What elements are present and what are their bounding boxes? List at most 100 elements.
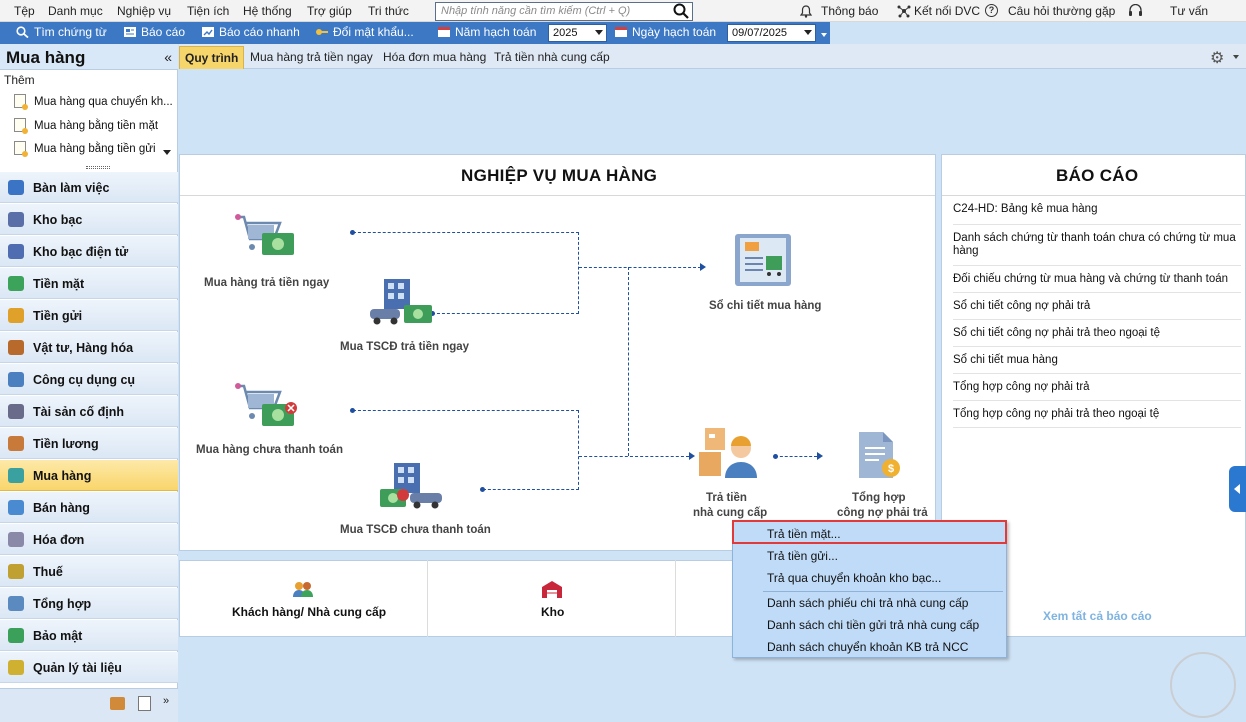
menu-utilities[interactable]: Tiện ích: [187, 4, 229, 18]
sidebar-item-15[interactable]: Quản lý tài liệu: [0, 652, 178, 683]
sidebar-item-13[interactable]: Tổng hợp: [0, 588, 178, 619]
connect-dvc-link[interactable]: Kết nối DVC: [914, 4, 980, 18]
tab-purchase-invoice[interactable]: Hóa đơn mua hàng: [383, 50, 486, 64]
edit-note-icon[interactable]: [138, 696, 151, 711]
scroll-down-icon[interactable]: [163, 150, 171, 155]
node-buy-unpaid[interactable]: Mua hàng chưa thanh toán: [196, 444, 343, 456]
node-asset-unpaid[interactable]: Mua TSCĐ chưa thanh toán: [340, 524, 491, 536]
node-pay-supplier-line2[interactable]: nhà cung cấp: [693, 507, 767, 519]
report-button[interactable]: Báo cáo: [123, 25, 185, 39]
report-item[interactable]: Tổng hợp công nợ phải trả theo ngoại tệ: [953, 408, 1238, 421]
report-item[interactable]: Tổng hợp công nợ phải trả: [953, 381, 1238, 394]
menu-item-pay-deposit[interactable]: Trả tiền gửi...: [767, 549, 838, 563]
help-circle-icon[interactable]: ?: [985, 4, 998, 17]
connector-dot: [350, 408, 355, 413]
notifications-link[interactable]: Thông báo: [821, 4, 878, 18]
side-panel-toggle[interactable]: [1229, 466, 1246, 512]
report-icon: [124, 27, 136, 37]
advisor-link[interactable]: Tư vấn: [1170, 4, 1208, 18]
report-divider: [953, 400, 1241, 401]
see-all-reports-link[interactable]: Xem tất cả báo cáo: [1043, 609, 1152, 623]
fixed-asset-unpaid-icon[interactable]: [378, 461, 444, 511]
sidebar-item-label: Quản lý tài liệu: [33, 661, 122, 675]
node-pay-supplier-line1[interactable]: Trả tiền: [706, 492, 747, 504]
tab-process[interactable]: Quy trình: [179, 46, 245, 69]
chevron-down-icon[interactable]: [1233, 55, 1239, 59]
toolbar-overflow-icon[interactable]: [821, 33, 827, 37]
network-icon[interactable]: [897, 5, 911, 21]
sidebar-item-5[interactable]: Vật tư, Hàng hóa: [0, 332, 178, 363]
report-item[interactable]: Sổ chi tiết công nợ phải trả: [953, 300, 1238, 313]
report-item[interactable]: Đối chiếu chứng từ mua hàng và chứng từ …: [953, 273, 1238, 286]
sidebar-item-7[interactable]: Tài sản cố định: [0, 396, 178, 427]
node-asset-pay-now[interactable]: Mua TSCĐ trả tiền ngay: [340, 341, 469, 353]
sidebar-item-1[interactable]: Kho bạc: [0, 204, 178, 235]
find-voucher-button[interactable]: Tìm chứng từ: [16, 25, 107, 39]
sidebar-item-12[interactable]: Thuế: [0, 556, 178, 587]
sidebar-item-2[interactable]: Kho bạc điện tử: [0, 236, 178, 267]
sidebar-item-label: Mua hàng: [33, 469, 92, 483]
shopping-cart-cash-icon[interactable]: [232, 213, 296, 263]
tab-buy-pay-now[interactable]: Mua hàng trả tiền ngay: [250, 50, 373, 64]
menu-item-list-deposit-payments[interactable]: Danh sách chi tiền gửi trả nhà cung cấp: [767, 618, 979, 632]
quick-link-cash[interactable]: Mua hàng bằng tiền mặt: [14, 118, 158, 138]
briefcase-icon[interactable]: [110, 697, 125, 710]
search-icon[interactable]: [673, 3, 689, 19]
menu-help[interactable]: Trợ giúp: [307, 4, 352, 18]
gear-icon[interactable]: ⚙: [1210, 48, 1224, 68]
report-item[interactable]: C24-HD: Bảng kê mua hàng: [953, 203, 1238, 216]
sidebar-item-8[interactable]: Tiền lương: [0, 428, 178, 459]
collapse-icon[interactable]: «: [164, 49, 172, 65]
node-payables-line2[interactable]: công nợ phải trả: [837, 507, 928, 519]
quick-link-bank-transfer[interactable]: Mua hàng qua chuyển kh...: [14, 94, 173, 114]
posting-date-picker[interactable]: 09/07/2025: [727, 24, 816, 42]
menu-system[interactable]: Hệ thống: [243, 4, 292, 18]
change-password-button[interactable]: Đổi mật khẩu...: [315, 25, 414, 39]
fixed-asset-cash-icon[interactable]: [368, 277, 434, 327]
report-divider: [953, 292, 1241, 293]
connector-line: [432, 313, 579, 314]
workflow-title: NGHIỆP VỤ MUA HÀNG: [461, 166, 658, 185]
menu-file[interactable]: Tệp: [14, 4, 35, 18]
fiscal-year-select[interactable]: 2025: [548, 24, 607, 42]
sidebar-item-4[interactable]: Tiền gửi: [0, 300, 178, 331]
menu-item-pay-treasury-transfer[interactable]: Trả qua chuyển khoản kho bạc...: [767, 571, 941, 585]
sidebar-title: Mua hàng: [6, 48, 86, 67]
bell-icon[interactable]: [799, 5, 813, 21]
payables-summary-icon[interactable]: $: [855, 430, 903, 480]
report-item[interactable]: Sổ chi tiết công nợ phải trả theo ngoại …: [953, 327, 1238, 340]
node-purchase-ledger[interactable]: Sổ chi tiết mua hàng: [709, 300, 821, 312]
pay-supplier-icon[interactable]: [697, 426, 759, 480]
module-icon: [8, 660, 24, 675]
tab-pay-supplier[interactable]: Trả tiền nhà cung cấp: [494, 50, 610, 64]
quick-link-deposit[interactable]: Mua hàng bằng tiền gửi: [14, 141, 156, 161]
node-payables-line1[interactable]: Tổng hợp: [852, 492, 906, 504]
sidebar-item-10[interactable]: Bán hàng: [0, 492, 178, 523]
connector-dot: [480, 487, 485, 492]
sidebar-item-6[interactable]: Công cụ dụng cụ: [0, 364, 178, 395]
connector-line: [483, 489, 579, 490]
purchase-ledger-icon[interactable]: [733, 232, 793, 288]
splitter-grip[interactable]: [86, 166, 110, 169]
sidebar-item-label: Hóa đơn: [33, 533, 85, 547]
sidebar-item-11[interactable]: Hóa đơn: [0, 524, 178, 555]
sidebar-item-3[interactable]: Tiền mặt: [0, 268, 178, 299]
expand-more-icon[interactable]: »: [163, 695, 169, 707]
sidebar-item-14[interactable]: Bảo mật: [0, 620, 178, 651]
menu-knowledge[interactable]: Tri thức: [368, 4, 409, 18]
headset-icon[interactable]: [1128, 3, 1143, 21]
menu-operations[interactable]: Nghiệp vụ: [117, 4, 171, 18]
quick-report-button[interactable]: Báo cáo nhanh: [201, 25, 300, 39]
menu-item-list-cash-payments[interactable]: Danh sách phiếu chi trả nhà cung cấp: [767, 596, 968, 610]
faq-link[interactable]: Câu hỏi thường gặp: [1008, 4, 1115, 18]
feature-search-input[interactable]: Nhập tính năng cần tìm kiếm (Ctrl + Q): [435, 2, 693, 21]
node-buy-pay-now[interactable]: Mua hàng trả tiền ngay: [204, 277, 329, 289]
report-item[interactable]: Sổ chi tiết mua hàng: [953, 354, 1238, 367]
menu-item-list-treasury-transfers[interactable]: Danh sách chuyển khoản KB trả NCC: [767, 640, 968, 654]
sidebar-item-0[interactable]: Bàn làm việc: [0, 172, 178, 203]
sidebar-item-9[interactable]: Mua hàng: [0, 460, 178, 491]
report-item[interactable]: Danh sách chứng từ thanh toán chưa có ch…: [953, 232, 1238, 258]
document-icon: [14, 118, 28, 134]
menu-catalog[interactable]: Danh mục: [48, 4, 103, 18]
shopping-cart-unpaid-icon[interactable]: [232, 382, 298, 432]
